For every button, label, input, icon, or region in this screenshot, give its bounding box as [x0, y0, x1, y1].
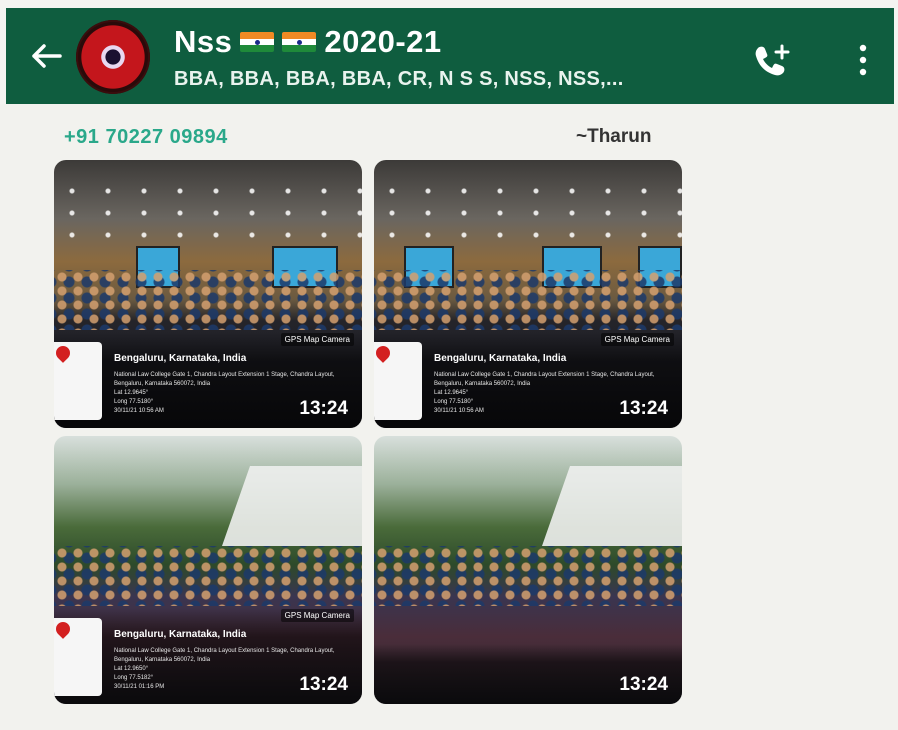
location-pin-icon — [54, 343, 73, 363]
add-call-icon[interactable] — [752, 42, 792, 78]
sender-phone[interactable]: +91 70227 09894 — [64, 126, 228, 149]
location-pin-icon — [374, 343, 393, 363]
india-flag-icon — [282, 32, 317, 52]
sender-name: ~Tharun — [576, 126, 652, 147]
group-title[interactable]: Nss 2020-21 — [174, 22, 442, 62]
camera-badge: GPS Map Camera — [280, 609, 354, 622]
photo-location: Bengaluru, Karnataka, India — [434, 353, 567, 364]
group-avatar[interactable] — [76, 20, 150, 94]
map-thumbnail — [374, 342, 422, 420]
photo-content — [54, 546, 362, 606]
photo-content — [54, 270, 362, 330]
photo-tile[interactable]: GPS Map Camera Bengaluru, Karnataka, Ind… — [374, 160, 682, 428]
photo-content — [374, 270, 682, 330]
india-flag-icon — [240, 32, 275, 52]
map-thumbnail — [54, 342, 102, 420]
message-time: 13:24 — [619, 674, 668, 695]
message-time: 13:24 — [299, 398, 348, 419]
photo-content — [54, 180, 362, 250]
photo-content — [374, 180, 682, 250]
group-name: Nss — [174, 24, 233, 59]
camera-badge: GPS Map Camera — [600, 333, 674, 346]
back-arrow-icon[interactable] — [24, 34, 68, 78]
photo-location: Bengaluru, Karnataka, India — [114, 629, 247, 640]
chat-header: Nss 2020-21 BBA, BBA, BBA, BBA, CR, N S … — [6, 8, 894, 104]
camera-badge: GPS Map Camera — [280, 333, 354, 346]
map-thumbnail — [54, 618, 102, 696]
photo-content — [222, 466, 362, 546]
location-pin-icon — [54, 619, 73, 639]
photo-tile[interactable]: GPS Map Camera Bengaluru, Karnataka, Ind… — [54, 436, 362, 704]
more-options-icon[interactable] — [854, 42, 872, 78]
group-participants[interactable]: BBA, BBA, BBA, BBA, CR, N S S, NSS, NSS,… — [174, 68, 624, 91]
group-name-year: 2020-21 — [324, 24, 442, 59]
photo-tile[interactable]: GPS Map Camera Bengaluru, Karnataka, Ind… — [54, 160, 362, 428]
photo-content — [374, 546, 682, 606]
photo-location: Bengaluru, Karnataka, India — [114, 353, 247, 364]
message-time: 13:24 — [619, 398, 668, 419]
message-time: 13:24 — [299, 674, 348, 695]
photo-tile[interactable]: 13:24 — [374, 436, 682, 704]
photo-content — [542, 466, 682, 546]
